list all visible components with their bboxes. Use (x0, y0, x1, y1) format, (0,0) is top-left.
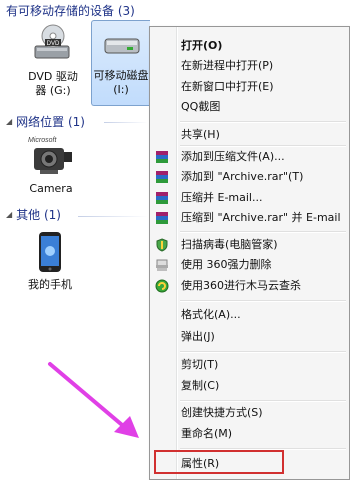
menu-item-trojan-scan[interactable]: 使用360进行木马云查杀 (155, 276, 301, 296)
menu-separator (180, 231, 346, 233)
menu-item-label: 压缩并 E-mail... (181, 191, 263, 204)
phone-label: 我的手机 (28, 278, 72, 291)
menu-separator (180, 400, 346, 402)
menu-item-label: 压缩到 "Archive.rar" 并 E-mail (181, 211, 341, 224)
camera-label: Camera (29, 182, 73, 195)
dvd-label-line1: DVD 驱动 (28, 70, 78, 83)
camera-device[interactable]: Microsoft Camera (24, 134, 78, 196)
menu-item-add-to-rar[interactable]: 添加到 "Archive.rar"(T) (156, 167, 304, 187)
shield-icon (156, 238, 168, 252)
menu-item-qq-screenshot[interactable]: QQ截图 (181, 97, 220, 117)
camera-brand-text: Microsoft (28, 137, 57, 144)
group-divider (78, 216, 148, 217)
menu-item-eject[interactable]: 弹出(J) (181, 327, 215, 347)
menu-item-open[interactable]: 打开(O) (181, 36, 222, 56)
menu-separator (180, 351, 346, 353)
removable-label-line2: (I:) (113, 83, 129, 96)
collapse-triangle-icon: ◢ (6, 210, 13, 219)
menu-item-create-shortcut[interactable]: 创建快捷方式(S) (181, 403, 263, 423)
menu-item-compress-email[interactable]: 压缩并 E-mail... (156, 188, 263, 208)
winrar-icon (156, 192, 168, 204)
camera-icon: Microsoft (28, 137, 72, 174)
menu-item-open-new-window[interactable]: 在新窗口中打开(E) (181, 77, 274, 97)
menu-item-open-new-process[interactable]: 在新进程中打开(P) (181, 56, 273, 76)
menu-item-label: 扫描病毒(电脑管家) (181, 238, 278, 251)
removable-disk-icon (104, 38, 140, 54)
svg-text:DVD: DVD (47, 41, 60, 47)
menu-item-rename[interactable]: 重命名(M) (181, 424, 232, 444)
context-menu: 打开(O) 在新进程中打开(P) 在新窗口中打开(E) QQ截图 共享(H) 添… (149, 26, 350, 480)
pointer-arrow (48, 362, 139, 438)
group-header-text: 有可移动存储的设备 (3) (6, 4, 135, 18)
menu-item-format[interactable]: 格式化(A)... (181, 305, 241, 325)
dvd-drive[interactable]: DVD DVD 驱动 器 (G:) (22, 22, 84, 98)
group-other-header[interactable]: ◢ 其他 (1) (6, 206, 61, 223)
dvd-drive-icon: DVD (34, 24, 70, 59)
phone-icon (39, 232, 61, 272)
shredder-icon (156, 259, 168, 271)
group-network-header[interactable]: ◢ 网络位置 (1) (6, 113, 85, 130)
menu-item-copy[interactable]: 复制(C) (181, 376, 219, 396)
group-header-text: 网络位置 (1) (16, 115, 85, 129)
winrar-icon (156, 171, 168, 183)
menu-item-share[interactable]: 共享(H) (181, 125, 220, 145)
properties-highlight-box (154, 450, 284, 474)
removable-label-line1: 可移动磁盘 (93, 69, 149, 82)
menu-item-cut[interactable]: 剪切(T) (181, 355, 218, 375)
group-divider (104, 122, 148, 123)
removable-disk[interactable]: 可移动磁盘 (I:) (91, 20, 150, 106)
winrar-icon (156, 212, 168, 224)
group-header-text: 其他 (1) (16, 208, 61, 222)
menu-separator (180, 300, 346, 302)
group-removable-header[interactable]: 有可移动存储的设备 (3) (6, 2, 135, 19)
360-security-icon (155, 279, 169, 293)
menu-item-label: 使用360进行木马云查杀 (181, 279, 301, 292)
menu-item-compress-rar-email[interactable]: 压缩到 "Archive.rar" 并 E-mail (156, 208, 341, 228)
menu-item-scan-virus[interactable]: 扫描病毒(电脑管家) (156, 235, 278, 255)
menu-separator (180, 121, 346, 123)
menu-item-label: 使用 360强力删除 (181, 258, 272, 271)
menu-item-label: 添加到压缩文件(A)... (181, 150, 285, 163)
dvd-label-line2: 器 (G:) (35, 84, 71, 97)
menu-item-add-to-archive[interactable]: 添加到压缩文件(A)... (156, 147, 285, 167)
phone-device[interactable]: 我的手机 (22, 230, 78, 292)
menu-item-force-delete[interactable]: 使用 360强力删除 (156, 255, 272, 275)
menu-item-label: 添加到 "Archive.rar"(T) (181, 170, 304, 183)
collapse-triangle-icon: ◢ (6, 117, 13, 126)
winrar-icon (156, 151, 168, 163)
